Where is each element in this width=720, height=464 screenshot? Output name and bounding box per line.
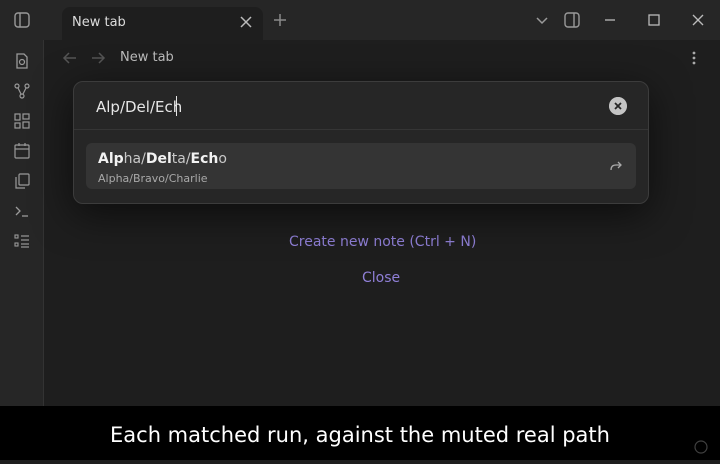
- window-close-icon[interactable]: [688, 10, 708, 30]
- templates-copy-icon[interactable]: [13, 172, 31, 190]
- suggestion-path: Alpha/Bravo/Charlie: [98, 172, 208, 185]
- tab-new-tab[interactable]: New tab: [62, 7, 263, 40]
- left-ribbon: [0, 40, 44, 410]
- quick-switcher-search-input[interactable]: [96, 95, 596, 119]
- clear-search-icon[interactable]: [609, 97, 627, 115]
- matched-run: Ech: [190, 151, 219, 167]
- tab-title: New tab: [72, 15, 126, 30]
- forward-arrow-icon[interactable]: [88, 48, 108, 68]
- watermark-icon: [694, 440, 708, 454]
- new-tab-plus-icon[interactable]: [270, 10, 290, 30]
- matched-run: Del: [145, 151, 172, 167]
- close-link[interactable]: Close: [362, 270, 400, 286]
- unmatched-run: o: [218, 151, 227, 167]
- outline-list-icon[interactable]: [13, 232, 31, 250]
- more-options-icon[interactable]: [684, 48, 704, 68]
- suggestion-title: Alpha/Delta/Echo: [98, 151, 227, 167]
- open-quick-switcher-icon[interactable]: [13, 52, 31, 70]
- calendar-icon[interactable]: [13, 142, 31, 160]
- unmatched-run: ha/: [123, 151, 146, 167]
- view-header: New tab: [44, 40, 720, 76]
- right-sidebar-toggle-icon[interactable]: [562, 10, 582, 30]
- view-title: New tab: [120, 50, 174, 65]
- quick-switcher-modal: Alpha/Delta/Echo Alpha/Bravo/Charlie: [73, 81, 649, 204]
- text-caret: [176, 96, 177, 116]
- terminal-command-palette-icon[interactable]: [13, 202, 31, 220]
- back-arrow-icon[interactable]: [60, 48, 80, 68]
- canvas-grid-icon[interactable]: [13, 112, 31, 130]
- caption-banner: Each matched run, against the muted real…: [0, 406, 720, 460]
- divider: [74, 129, 648, 130]
- graph-view-icon[interactable]: [13, 82, 31, 100]
- minimize-icon[interactable]: [600, 10, 620, 30]
- title-bar: New tab: [0, 0, 720, 40]
- unmatched-run: ta/: [171, 151, 191, 167]
- enter-arrow-icon: [610, 161, 622, 171]
- create-new-note-link[interactable]: Create new note (Ctrl + N): [289, 234, 476, 250]
- tab-close-icon[interactable]: [237, 13, 255, 31]
- suggestion-item[interactable]: Alpha/Delta/Echo Alpha/Bravo/Charlie: [86, 143, 636, 189]
- matched-run: Alp: [98, 151, 124, 167]
- tab-list-chevron-down-icon[interactable]: [532, 10, 552, 30]
- maximize-icon[interactable]: [644, 10, 664, 30]
- sidebar-toggle-icon[interactable]: [12, 10, 32, 30]
